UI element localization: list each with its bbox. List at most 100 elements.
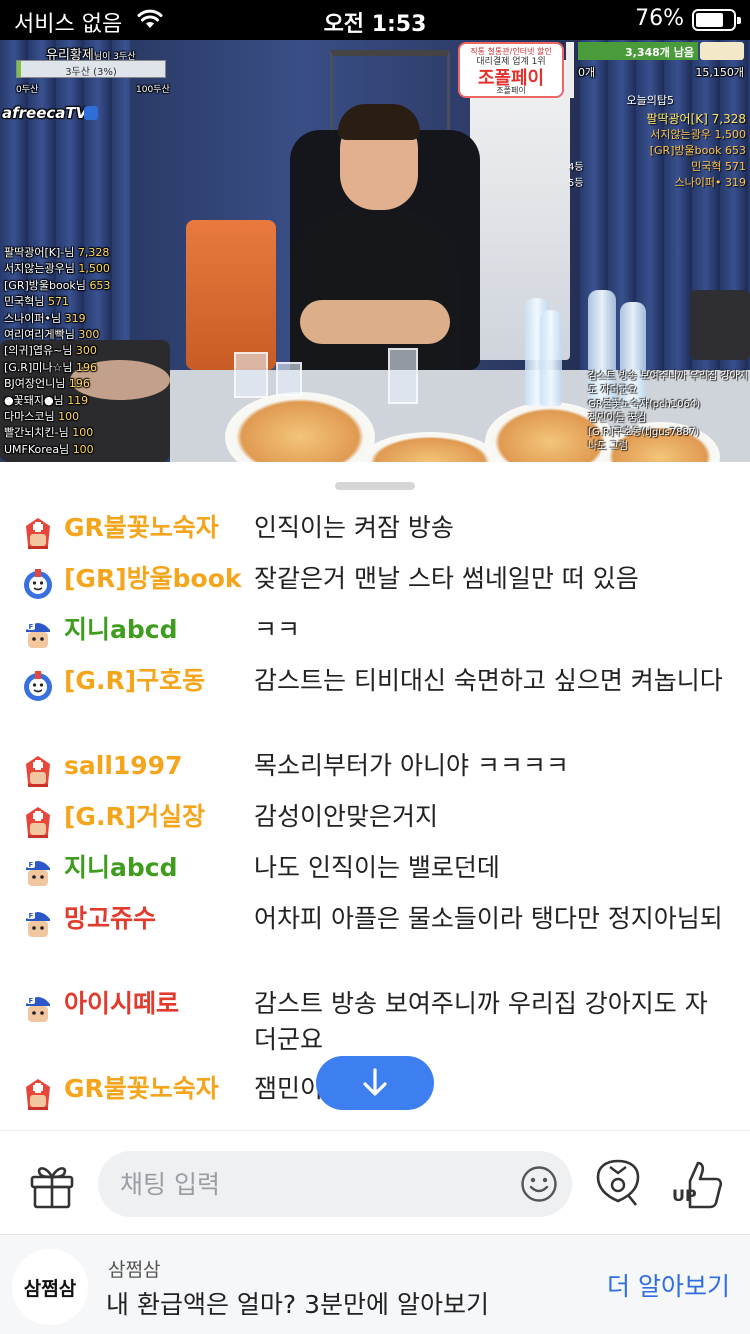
svg-text:F: F	[29, 997, 34, 1005]
donor-amount: 100	[72, 426, 94, 440]
donor-row: ●꽃돼지●님 119	[4, 393, 134, 409]
video-chat-overlay: 감스트 방송 보여주니까 우리집 강아지 도 자더군요 GR불꽃노숙자(pch106…	[588, 370, 748, 454]
top5-ranking: 오늘의탑5 팔딱광어[K] 7,328 서지않는광우 1,500 [GR]방울boo…	[566, 92, 746, 190]
glass	[388, 348, 418, 404]
chat-message: GR불꽃노숙자 인직이는 켜잠 방송	[0, 510, 750, 561]
ad-logo: 삼쩜삼	[12, 1249, 88, 1325]
scroll-to-latest-button[interactable]	[316, 1056, 434, 1110]
chat-message: sall1997 목소리부터가 아니야 ㅋㅋㅋㅋ	[0, 748, 750, 799]
streamer-arms	[300, 300, 450, 344]
fan-badge-icon: F	[22, 992, 54, 1026]
goal-min-label: 0두산	[16, 85, 39, 95]
chat-input-bar: UP	[0, 1130, 750, 1234]
top5-entry: 서지않는광우 1,500	[650, 126, 746, 142]
chat-nickname[interactable]: GR불꽃노숙자	[64, 1071, 219, 1107]
donor-row: 여리여리게빡님 300	[4, 327, 134, 343]
chat-text: 어차피 아플은 물소들이라 탱다만 정지아님되	[254, 904, 723, 933]
top5-entry: 팔딱광어[K] 7,328	[646, 110, 746, 127]
video-chat-line: 잼민이들 꿈컴	[588, 413, 647, 424]
top5-row: 4등 민국혁 571	[566, 158, 746, 174]
chat-text: 감스트 방송 보여주니까 우리집 강아지도 자더군요	[254, 989, 708, 1054]
gift-icon[interactable]	[26, 1159, 78, 1211]
chat-panel: GR불꽃노숙자 인직이는 켜잠 방송 [GR]방울book 잦같은거 맨날 스타 썸네…	[0, 462, 750, 1130]
chat-nickname[interactable]: 지니abcd	[64, 612, 177, 648]
donor-name: BJ여장언니님	[4, 377, 66, 391]
top5-amount: 571	[725, 160, 746, 173]
counter-remaining: 3,348개 남음	[625, 46, 694, 59]
chat-text: 목소리부터가 아니야 ㅋㅋㅋㅋ	[254, 751, 569, 780]
counter-bar: 3,348개 남음	[578, 42, 698, 60]
donor-row: [GR]방울book님 653	[4, 278, 134, 294]
donor-row: 민국혁님 571	[4, 294, 134, 310]
video-chat-line: 나도 그럼	[588, 441, 628, 452]
donor-name: 팔딱광어[K]-님	[4, 246, 75, 259]
chat-message: [G.R]거실장 감성이안맞은거지	[0, 799, 750, 850]
chat-nickname[interactable]: sall1997	[64, 748, 182, 784]
chat-text: 인직이는 켜잠 방송	[254, 513, 454, 542]
goal-progress-bar: 3두산 (3%)	[16, 60, 166, 78]
svg-text:F: F	[29, 861, 34, 869]
top5-rank: 5등	[568, 178, 584, 189]
arrow-down-icon	[363, 1068, 387, 1096]
video-ad-banner: 직통 철통관/인터넷 할인 대리결제 업계 1위 조폴페이 조폴페이	[458, 42, 564, 98]
donor-amount: 100	[58, 410, 80, 424]
donor-name: [G.R]미나☆님	[4, 360, 73, 374]
blue-badge-icon	[22, 669, 54, 703]
chat-message: [GR]방울book 잦같은거 맨날 스타 썸네일만 떠 있음	[0, 561, 750, 612]
fan-badge-icon: F	[22, 618, 54, 652]
wifi-icon	[137, 9, 163, 28]
chat-nickname[interactable]: 망고쥬수	[64, 901, 156, 937]
chat-nickname[interactable]: 지니abcd	[64, 850, 177, 886]
donor-row: 다마스코님 100	[4, 409, 134, 425]
chat-nickname[interactable]: [G.R]구호동	[64, 663, 205, 699]
chat-text: 감스트는 티비대신 숙면하고 싶으면 켜놉니다	[254, 666, 723, 695]
top5-amount: 7,328	[711, 112, 746, 126]
chat-nickname[interactable]: GR불꽃노숙자	[64, 510, 219, 546]
chat-nickname[interactable]: [GR]방울book	[64, 561, 242, 597]
counter-total: 15,150개	[695, 66, 744, 79]
emoji-icon[interactable]	[520, 1165, 558, 1203]
donor-row: 스나이퍼•님 319	[4, 311, 134, 327]
thumbs-up-icon[interactable]: UP	[668, 1155, 726, 1215]
donor-name: 빨간뇌치킨-님	[4, 426, 69, 440]
drag-handle[interactable]	[335, 482, 415, 490]
fan-badge-icon: F	[22, 856, 54, 890]
donor-name: [GR]방울book님	[4, 278, 86, 292]
video-chat-line: GR불꽃노숙자(pch1064)	[588, 399, 701, 410]
goal-progress-label: 3두산 (3%)	[65, 67, 117, 78]
top5-row: 팔딱광어[K] 7,328	[566, 110, 746, 126]
chat-message: [G.R]구호동 감스트는 티비대신 숙면하고 싶으면 켜놉니다	[0, 663, 750, 748]
donor-amount: 653	[89, 278, 111, 292]
bottom-ad-banner[interactable]: 삼쩜삼 삼쩜삼 내 환급액은 얼마? 3분만에 알아보기 더 알아보기	[0, 1234, 750, 1334]
chat-nickname[interactable]: [G.R]거실장	[64, 799, 205, 835]
donor-amount: 100	[72, 442, 94, 456]
donor-amount: 196	[68, 377, 90, 391]
donor-name: [의귀]엽유~님	[4, 344, 73, 358]
suitcase	[186, 220, 276, 370]
donor-amount: 571	[47, 295, 69, 309]
learn-more-link[interactable]: 더 알아보기	[607, 1267, 730, 1303]
chat-message: F 지니abcd 나도 인직이는 밸로던데	[0, 850, 750, 901]
chat-message: F 망고쥬수 어차피 아플은 물소들이라 탱다만 정지아님되	[0, 901, 750, 986]
donor-row: UMFKorea님 100	[4, 442, 134, 458]
svg-text:F: F	[29, 912, 34, 920]
carrier-label: 서비스 없음	[14, 12, 123, 37]
donor-row: [의귀]엽유~님 300	[4, 343, 134, 359]
chat-text: 나도 인직이는 밸로던데	[254, 853, 500, 882]
ad-footer: 조폴페이	[496, 86, 526, 95]
bottle	[540, 310, 562, 406]
star-balloon-icon[interactable]	[592, 1157, 644, 1211]
status-bar: 서비스 없음 오전 1:53 76%	[0, 0, 750, 40]
ad-headline: 내 환급액은 얼마? 3분만에 알아보기	[106, 1290, 489, 1319]
chat-input[interactable]	[98, 1151, 508, 1217]
streamer-hair	[338, 104, 420, 140]
counter-zero: 0개	[578, 66, 596, 79]
chat-nickname[interactable]: 아이시떼로	[64, 986, 179, 1022]
chat-input-container[interactable]	[98, 1151, 572, 1217]
live-video[interactable]: 유리황제님이 3두산 3두산 (3%) 0두산 100두산 afreecaTV …	[0, 40, 750, 462]
top5-name: 민국혁	[691, 160, 722, 173]
video-chat-line: 감스트 방송 보여주니까 우리집 강아지	[588, 371, 748, 382]
top5-name: [GR]방울book	[649, 144, 722, 157]
top5-row: 5등 스나이퍼• 319	[566, 174, 746, 190]
chat-message: F 지니abcd ㅋㅋ	[0, 612, 750, 663]
